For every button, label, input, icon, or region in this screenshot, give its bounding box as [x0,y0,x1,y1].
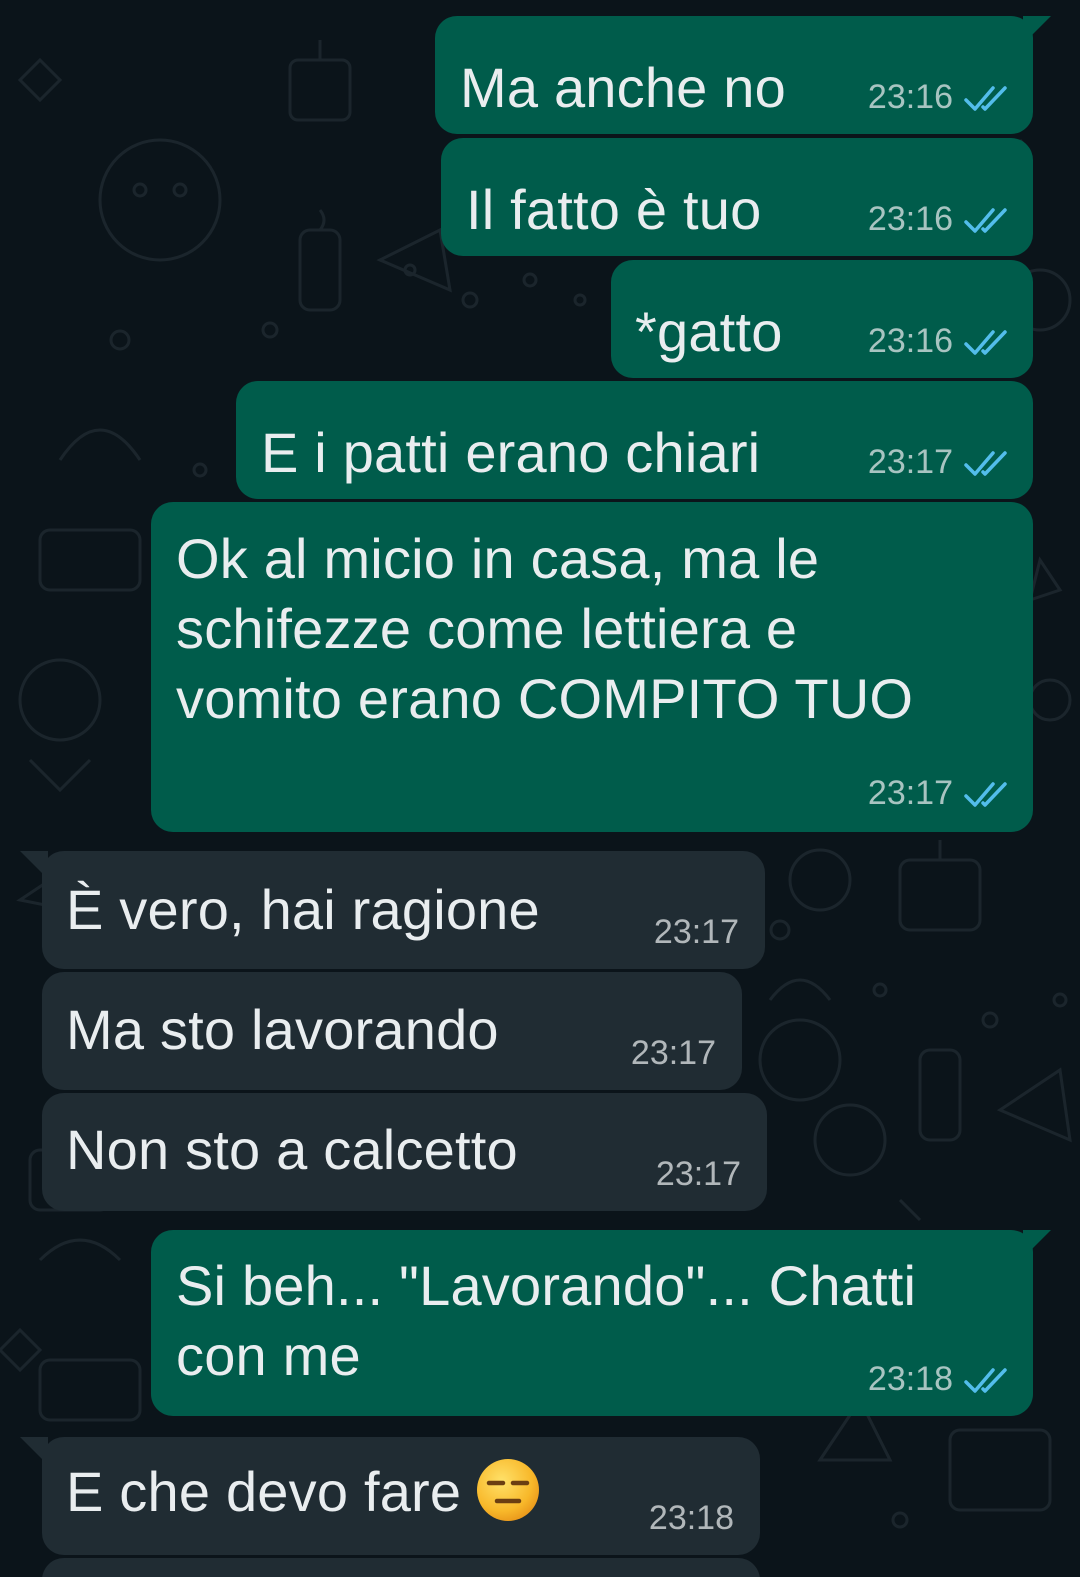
double-check-read-icon [964,207,1007,233]
double-check-read-icon [964,781,1007,807]
message-meta: 23:17 [654,913,739,952]
message-text: Ma sto lavorando [66,998,499,1061]
double-check-read-icon [964,85,1007,111]
message-meta: 23:17 [868,443,1011,482]
message-text: E i patti erano chiari [261,421,761,484]
bubble-tail [20,851,48,879]
message-outgoing[interactable]: Ma anche no 23:16 [435,16,1051,134]
message-outgoing[interactable]: Si beh... "Lavorando"... Chatti con me 2… [151,1230,1051,1416]
message-text: E che devo fare [66,1457,541,1527]
message-meta: 23:16 [868,78,1011,117]
message-outgoing[interactable]: Ok al micio in casa, ma le schifezze com… [151,502,1033,832]
message-text-line: schifezze come lettiera e [176,597,798,660]
message-meta: 23:18 [649,1499,734,1538]
message-text-content: E che devo fare [66,1460,462,1523]
message-time: 23:18 [867,1360,953,1398]
message-time: 23:16 [867,78,953,116]
message-meta: 23:16 [868,322,1011,361]
message-text-line: Ok al micio in casa, ma le [176,527,820,590]
bubble-tail [20,1437,48,1465]
message-time: 23:17 [630,1034,716,1072]
message-meta: 23:17 [868,774,1011,813]
message-incoming[interactable]: È vero, hai ragione 23:17 [20,851,765,969]
expressionless-face-emoji [477,1459,540,1522]
message-text-line: Si beh... "Lavorando"... Chatti [176,1254,917,1317]
double-check-read-icon [964,1367,1007,1393]
message-outgoing[interactable]: Il fatto è tuo 23:16 [441,138,1033,256]
double-check-read-icon [964,329,1007,355]
message-incoming[interactable]: Ma sto lavorando 23:17 [42,972,742,1090]
message-outgoing[interactable]: *gatto 23:16 [611,260,1033,378]
message-time: 23:17 [653,913,739,951]
message-time: 23:17 [867,443,953,481]
message-time: 23:18 [648,1499,734,1537]
message-outgoing[interactable]: E i patti erano chiari 23:17 [236,381,1033,499]
message-text: *gatto [635,300,783,363]
message-text: Non sto a calcetto [66,1118,518,1181]
message-time: 23:17 [655,1155,741,1193]
message-meta: 23:17 [631,1034,716,1073]
message-incoming[interactable]: E che devo fare 23:18 [20,1437,760,1555]
message-time: 23:16 [867,200,953,238]
message-incoming[interactable]: Non sto a calcetto 23:17 [42,1093,767,1211]
message-incoming-partial[interactable] [42,1558,760,1577]
message-meta: 23:17 [656,1155,741,1194]
message-meta: 23:16 [868,200,1011,239]
message-meta: 23:18 [868,1360,1011,1399]
message-text-line: vomito erano COMPITO TUO [176,667,914,730]
double-check-read-icon [964,450,1007,476]
message-time: 23:17 [867,774,953,812]
message-text-line: con me [176,1324,361,1387]
message-text: È vero, hai ragione [66,878,540,941]
chat-view[interactable]: Ma anche no 23:16 Il fatto è tuo 23:16 *… [0,0,1080,1577]
bubble-tail [1023,16,1051,44]
message-text: Il fatto è tuo [466,178,762,241]
message-time: 23:16 [867,322,953,360]
message-text: Ma anche no [460,56,786,119]
bubble-tail [1023,1230,1051,1258]
